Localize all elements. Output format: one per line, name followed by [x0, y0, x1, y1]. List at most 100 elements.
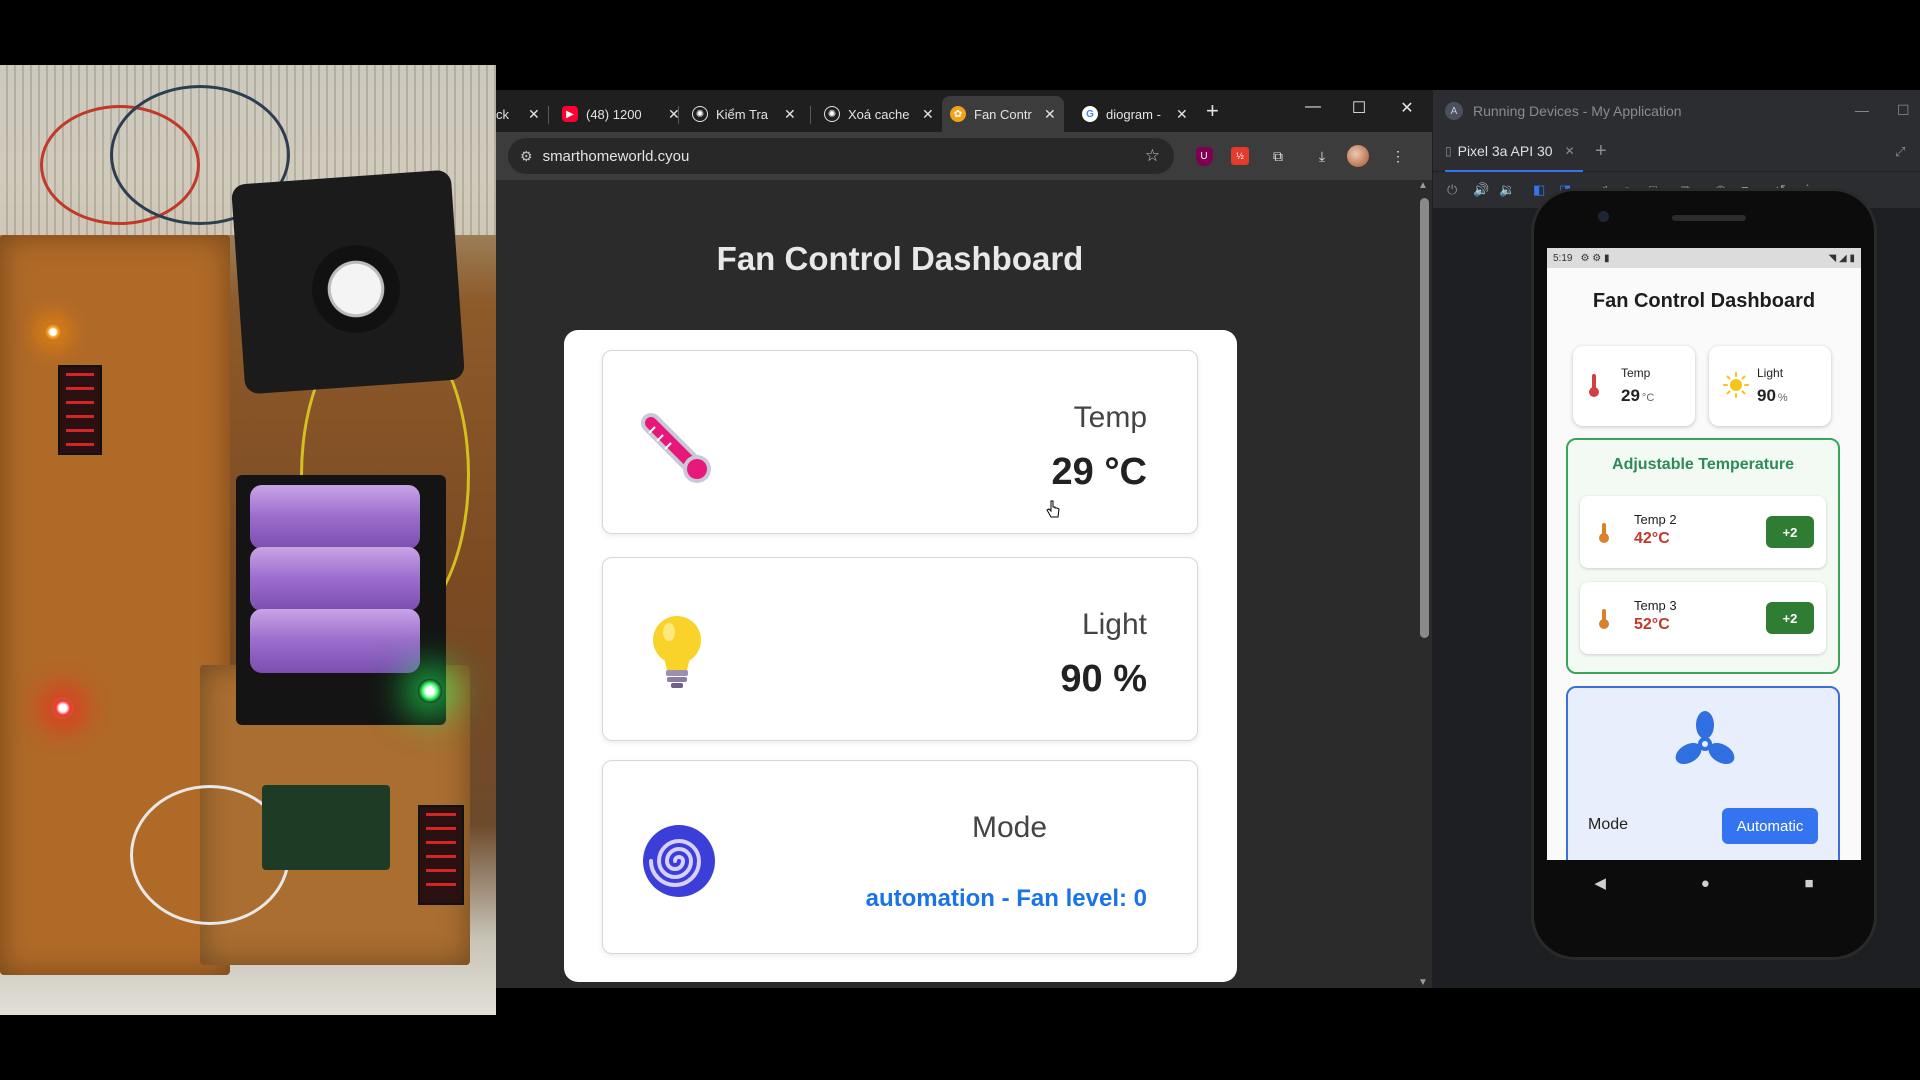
tab-label: ck — [496, 106, 509, 122]
earpiece — [1672, 215, 1746, 221]
temp-value: 29 °C — [1051, 451, 1147, 493]
mode-card: Mode Automatic — [1566, 686, 1840, 860]
profile-avatar[interactable] — [1346, 144, 1370, 168]
tab-google[interactable]: G diogram - ✕ — [1082, 96, 1188, 132]
close-tab-icon[interactable]: ✕ — [922, 106, 934, 123]
sensor-panel: Temp 29 °C Light 90 % Mode automation - … — [564, 330, 1237, 982]
expand-icon[interactable]: ⤢ — [1895, 144, 1905, 160]
tab-partial[interactable]: ck ✕ — [496, 96, 540, 132]
new-tab-button[interactable]: + — [1206, 100, 1219, 122]
youtube-icon: ▶ — [562, 106, 578, 122]
tab-youtube[interactable]: ▶ (48) 1200 ✕ — [562, 96, 680, 132]
browser-toolbar: ⚙ smarthomeworld.cyou ☆ U ½ ⧉ ⤓ ⋮ — [496, 132, 1432, 180]
mode-label: Mode — [1588, 816, 1629, 833]
light-mini-card: Light 90% — [1709, 346, 1831, 426]
increase-temp3-button[interactable]: +2 — [1766, 602, 1814, 634]
power-icon[interactable]: ⏻ — [1447, 182, 1457, 198]
temp-card: Temp 29 °C — [602, 350, 1198, 534]
mode-card: Mode automation - Fan level: 0 — [602, 760, 1198, 954]
orange-led — [44, 323, 62, 341]
adjustable-title: Adjustable Temperature — [1612, 456, 1794, 473]
volume-up-icon[interactable]: 🔊 — [1473, 182, 1489, 198]
row-name: Temp 2 — [1634, 512, 1677, 527]
scroll-down-arrow-icon[interactable]: ▼ — [1418, 977, 1428, 988]
close-tab-icon[interactable]: ✕ — [784, 106, 796, 123]
add-device-icon[interactable]: + — [1595, 140, 1607, 163]
row-name: Temp 3 — [1634, 598, 1677, 613]
tab-chatgpt-1[interactable]: ✺ Kiểm Tra C ✕ — [692, 96, 796, 132]
seven-segment-display — [58, 365, 102, 455]
tab-label: Xoá cache — [848, 106, 910, 122]
screen-recording: ck ✕ ▶ (48) 1200 ✕ ✺ Kiểm Tra C ✕ ✺ Xoá … — [0, 0, 1920, 1080]
home-icon[interactable]: ● — [1701, 875, 1710, 892]
temp3-row: Temp 3 52°C +2 — [1580, 582, 1826, 654]
spiral-icon — [643, 825, 715, 897]
maximize-button[interactable]: ☐ — [1344, 98, 1374, 118]
address-bar[interactable]: ⚙ smarthomeworld.cyou ☆ — [508, 138, 1174, 174]
bookmark-star-icon[interactable]: ☆ — [1145, 146, 1160, 166]
tab-chatgpt-2[interactable]: ✺ Xoá cache ✕ — [824, 96, 934, 132]
tab-separator — [548, 106, 549, 124]
minimize-button[interactable]: — — [1855, 102, 1869, 118]
automatic-mode-button[interactable]: Automatic — [1722, 808, 1818, 844]
close-tab-icon[interactable]: ✕ — [1565, 144, 1575, 158]
hand-cursor-icon — [1046, 500, 1060, 518]
site-info-icon[interactable]: ⚙ — [520, 148, 533, 165]
android-studio-panel: A Running Devices - My Application — ☐ ▯… — [1432, 90, 1920, 988]
temp-label: Temp — [1621, 366, 1651, 380]
page-title: Fan Control Dashboard — [716, 240, 1084, 277]
chatgpt-icon: ✺ — [824, 106, 840, 122]
status-time: 5:19 — [1553, 252, 1573, 264]
extension-icon[interactable]: ½ — [1228, 144, 1252, 168]
back-icon[interactable]: ◀ — [1594, 874, 1606, 892]
light-reading: 90% — [1757, 386, 1788, 405]
page-scrollbar[interactable]: ▲ ▼ — [1416, 180, 1432, 988]
adjustable-temperature-card: Adjustable Temperature Temp 2 42°C +2 Te… — [1566, 438, 1840, 674]
temp2-row: Temp 2 42°C +2 — [1580, 496, 1826, 568]
scroll-up-arrow-icon[interactable]: ▲ — [1418, 180, 1428, 191]
mode-value: automation - Fan level: 0 — [865, 885, 1147, 912]
tab-separator — [810, 106, 811, 124]
red-led — [52, 697, 74, 719]
puzzle-extensions-icon[interactable]: ⧉ — [1266, 144, 1290, 168]
rotate-left-icon[interactable]: ◧ — [1533, 182, 1545, 198]
download-icon[interactable]: ⤓ — [1310, 144, 1334, 168]
minimize-button[interactable]: — — [1298, 98, 1328, 116]
recents-icon[interactable]: ■ — [1805, 875, 1814, 892]
app-title: Fan Control Dashboard — [1592, 290, 1816, 312]
green-led — [418, 679, 442, 703]
battery — [250, 547, 420, 611]
close-tab-icon[interactable]: ✕ — [528, 106, 540, 123]
close-window-button[interactable]: ✕ — [1392, 98, 1422, 118]
tab-pixel-3a[interactable]: ▯ Pixel 3a API 30 ✕ — [1445, 132, 1583, 172]
web-page: Fan Control Dashboard Temp 29 °C Light 9… — [496, 180, 1432, 988]
phone-emulator: 5:19 ⚙ ⚙ ▮ ◥ ◢ ▮ Fan Control Dashboard T… — [1531, 188, 1877, 960]
phone-icon: ▯ — [1445, 144, 1452, 158]
row-temp: 52°C — [1634, 616, 1670, 633]
studio-title: Running Devices - My Application — [1473, 103, 1682, 119]
tab-label: Fan Contr — [974, 106, 1032, 122]
ublock-extension-icon[interactable]: U — [1192, 144, 1216, 168]
menu-kebab-icon[interactable]: ⋮ — [1386, 144, 1410, 168]
front-camera — [1598, 211, 1609, 222]
increase-temp2-button[interactable]: +2 — [1766, 516, 1814, 548]
light-label: Light — [1757, 366, 1784, 380]
tab-strip: ck ✕ ▶ (48) 1200 ✕ ✺ Kiểm Tra C ✕ ✺ Xoá … — [496, 90, 1432, 132]
close-tab-icon[interactable]: ✕ — [1044, 106, 1056, 123]
volume-down-icon[interactable]: 🔉 — [1499, 182, 1515, 198]
tab-label: diogram - — [1106, 106, 1161, 122]
scrollbar-thumb[interactable] — [1420, 198, 1429, 638]
browser-window: ck ✕ ▶ (48) 1200 ✕ ✺ Kiểm Tra C ✕ ✺ Xoá … — [496, 90, 1432, 988]
tab-fan-control[interactable]: ✿ Fan Contr ✕ — [942, 96, 1064, 132]
light-card: Light 90 % — [602, 557, 1198, 741]
sun-icon — [1723, 372, 1749, 398]
lightbulb-icon — [653, 616, 701, 688]
close-tab-icon[interactable]: ✕ — [1176, 106, 1188, 123]
thermometer-icon — [1599, 523, 1609, 543]
maximize-button[interactable]: ☐ — [1897, 102, 1910, 119]
android-nav-bar: ◀ ● ■ — [1547, 860, 1861, 906]
web-icon: ✿ — [950, 106, 966, 122]
battery — [250, 485, 420, 549]
thermometer-icon — [1599, 609, 1609, 629]
light-value: 90 % — [1060, 658, 1147, 700]
